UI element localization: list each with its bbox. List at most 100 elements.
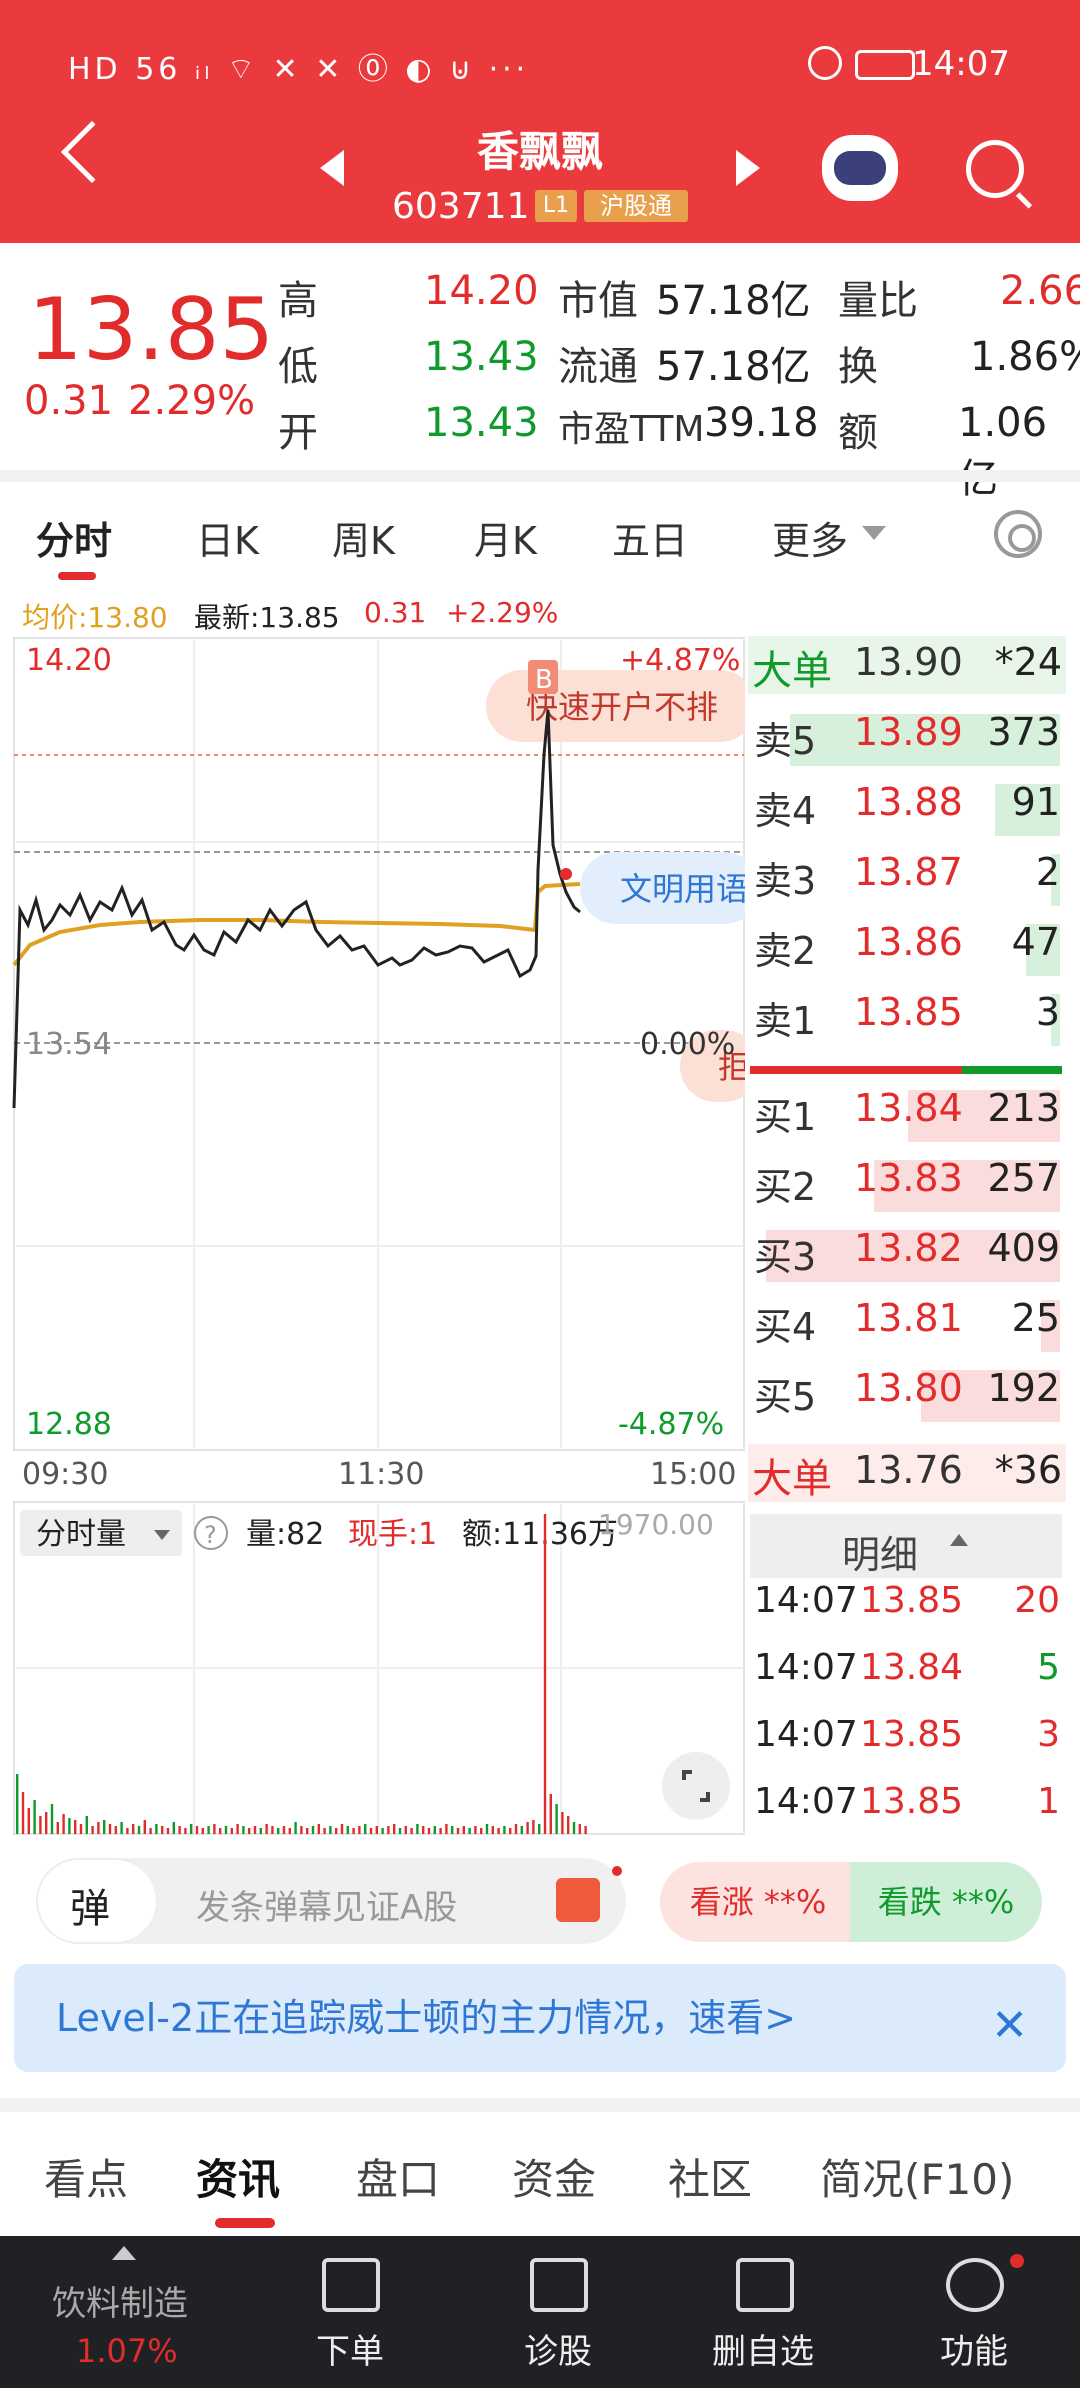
big-order-price: 13.90 [854,640,963,684]
volume-bar [480,1828,483,1834]
sell-level-row[interactable]: 卖5 13.89 373 [750,710,1060,770]
volume-bar [451,1826,454,1834]
diagnose-button[interactable]: 诊股 [524,2324,592,2373]
settings-icon[interactable] [994,510,1042,558]
bullet-input[interactable]: 发条弹幕见证A股 [196,1880,457,1929]
tick-volume: 5 [1037,1647,1060,1688]
close-icon[interactable]: ✕ [991,2000,1028,2051]
tab-monthly-k[interactable]: 月K [474,510,537,565]
functions-button[interactable]: 功能 [940,2324,1008,2373]
sell-label: 卖4 [754,789,817,833]
volume-bar [27,1808,30,1834]
detail-title: 明细 [842,1533,919,1577]
volume-bar [369,1828,373,1834]
volume-bar [398,1828,402,1834]
level-badge: L1 [535,190,577,222]
buy-level-row[interactable]: 买1 13.84 213 [750,1086,1060,1146]
volume-bar [439,1828,442,1834]
buy-price: 13.84 [854,1086,963,1130]
buy-level-row[interactable]: 买3 13.82 409 [750,1226,1060,1286]
volume-bar [230,1828,233,1834]
sell-level-row[interactable]: 卖4 13.88 91 [750,780,1060,840]
tab-funds[interactable]: 资金 [512,2146,596,2207]
volume-selector[interactable]: 分时量 [36,1517,126,1552]
intraday-chart[interactable]: 快速开户不排 文明用语 拒 B 14.20 +4.87% 13.54 0.00%… [0,630,745,1835]
bullet-toggle-button[interactable]: 弹 [36,1858,158,1944]
sell-level-row[interactable]: 卖1 13.85 3 [750,990,1060,1050]
tab-indicator [215,2218,275,2228]
open-value: 13.43 [424,400,539,446]
amount-label: 额 [838,410,878,456]
chart-change-pct: +2.29% [446,596,559,629]
volume-amount: 额:11.36万 [462,1517,618,1552]
sell-label: 卖2 [754,929,817,973]
buy-volume: 25 [1011,1296,1060,1340]
tab-indicator [58,572,96,580]
next-stock-icon[interactable] [736,150,760,186]
volume-ratio-value: 2.66 [1000,268,1080,314]
order-icon[interactable] [322,2258,380,2312]
tab-five-day[interactable]: 五日 [612,510,688,565]
volume-bar [323,1828,326,1834]
vote-up-button[interactable]: 看涨 **% [660,1862,856,1942]
tab-community[interactable]: 社区 [668,2146,752,2207]
tab-more[interactable]: 更多 [772,510,848,565]
volume-bar [149,1828,152,1834]
volume-bar [253,1826,257,1834]
gift-icon[interactable] [556,1878,600,1922]
volume-bar [335,1828,338,1834]
help-icon[interactable]: ? [204,1521,217,1549]
tab-orderbook[interactable]: 盘口 [356,2146,440,2207]
tab-weekly-k[interactable]: 周K [332,510,395,565]
volume-bar [259,1828,262,1834]
chevron-up-icon[interactable] [112,2246,136,2260]
volume-bar [393,1824,396,1834]
volume-bar [277,1828,280,1834]
tab-profile-f10[interactable]: 简况(F10) [820,2146,1014,2207]
promo-civil-language[interactable]: 文明用语 [620,870,745,908]
volume-bar [108,1824,112,1834]
tab-highlights[interactable]: 看点 [44,2146,128,2207]
buy-level-row[interactable]: 买4 13.81 25 [750,1296,1060,1356]
volume-bar [433,1826,436,1834]
ratio-bar-sell [962,1066,1062,1074]
sector-name[interactable]: 饮料制造 [52,2276,188,2325]
prev-stock-icon[interactable] [320,150,344,186]
big-order-label: 大单 [752,648,832,694]
vote-down-button[interactable]: 看跌 **% [850,1862,1042,1942]
volume-ratio-label: 量比 [838,278,918,324]
volume-bar [161,1826,164,1834]
chevron-down-icon [862,526,886,540]
tab-daily-k[interactable]: 日K [196,510,259,565]
tab-news[interactable]: 资讯 [196,2146,280,2207]
pe-label: 市盈TTM [558,409,705,450]
volume-bar [50,1804,54,1834]
sector-pct: 1.07% [76,2332,178,2370]
tick-volume: 3 [1037,1714,1060,1755]
level2-banner[interactable]: Level-2正在追踪威士顿的主力情况，速看> [14,1964,1066,2072]
diagnose-icon[interactable] [530,2258,588,2312]
volume-bar [491,1826,494,1834]
buy-level-row[interactable]: 买5 13.80 192 [750,1366,1060,1426]
order-button[interactable]: 下单 [316,2324,384,2373]
buy-label: 买4 [754,1305,817,1349]
sell-volume: 47 [1011,920,1060,964]
menu-icon[interactable] [946,2258,1004,2312]
tab-intraday[interactable]: 分时 [36,510,112,565]
divider [0,2098,1080,2112]
mcap-value: 57.18亿 [656,278,811,324]
remove-favorite-button[interactable]: 删自选 [712,2324,814,2373]
sell-level-row[interactable]: 卖2 13.86 47 [750,920,1060,980]
volume-bar [509,1828,512,1834]
buy-level-row[interactable]: 买2 13.83 257 [750,1156,1060,1216]
volume-bar [178,1826,181,1834]
robot-assistant-icon[interactable] [822,135,898,201]
detail-header[interactable]: 明细 [750,1514,1062,1578]
sell-level-row[interactable]: 卖3 13.87 2 [750,850,1060,910]
remove-favorite-icon[interactable] [736,2258,794,2312]
open-label: 开 [278,410,318,456]
buy-label: 买5 [754,1375,817,1419]
volume-bar [456,1828,460,1834]
big-order-label: 大单 [752,1456,832,1502]
search-icon[interactable] [966,140,1024,198]
